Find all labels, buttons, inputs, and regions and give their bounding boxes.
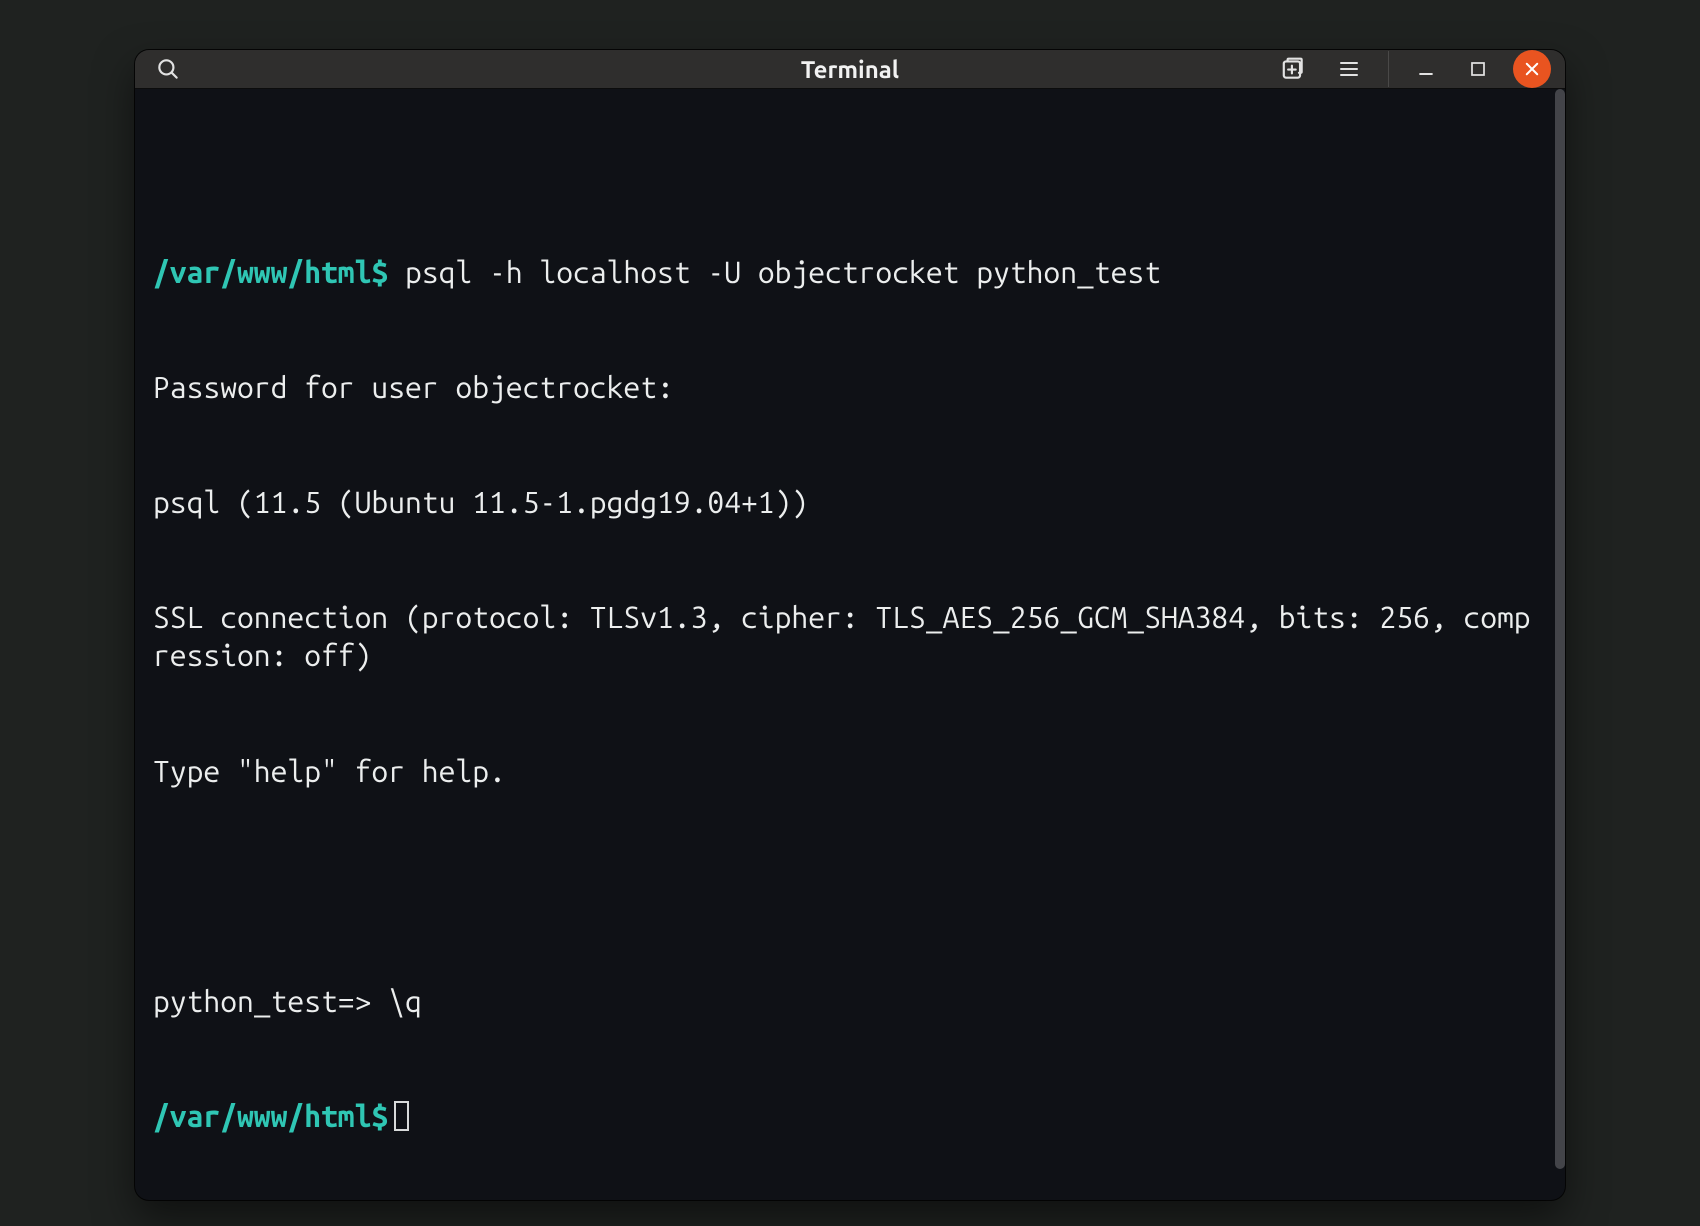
psql-prompt: python_test=> xyxy=(153,984,388,1018)
hamburger-menu-icon[interactable] xyxy=(1330,50,1368,88)
titlebar: Terminal xyxy=(135,50,1565,89)
terminal-line: Type "help" for help. xyxy=(153,752,1547,790)
titlebar-separator xyxy=(1388,51,1389,87)
search-icon[interactable] xyxy=(149,50,187,88)
terminal-window: Terminal xyxy=(135,50,1565,1200)
psql-command: \q xyxy=(388,984,422,1018)
minimize-button[interactable] xyxy=(1409,52,1443,86)
prompt-path: /var/www/html xyxy=(153,1099,371,1133)
window-title: Terminal xyxy=(801,56,899,83)
cursor xyxy=(394,1101,409,1131)
terminal-line: /var/www/html$ psql -h localhost -U obje… xyxy=(153,253,1547,291)
terminal-output[interactable]: /var/www/html$ psql -h localhost -U obje… xyxy=(135,89,1565,1200)
maximize-button[interactable] xyxy=(1461,52,1495,86)
prompt-dollar: $ xyxy=(371,1099,388,1133)
terminal-line: psql (11.5 (Ubuntu 11.5-1.pgdg19.04+1)) xyxy=(153,483,1547,521)
terminal-line: SSL connection (protocol: TLSv1.3, ciphe… xyxy=(153,598,1547,675)
terminal-line: Password for user objectrocket: xyxy=(153,368,1547,406)
scrollbar[interactable] xyxy=(1555,89,1565,1169)
terminal-line: /var/www/html$ xyxy=(153,1097,1547,1135)
prompt-dollar: $ xyxy=(371,255,405,289)
close-button[interactable] xyxy=(1513,50,1551,88)
new-tab-button[interactable] xyxy=(1274,50,1312,88)
prompt-path: /var/www/html xyxy=(153,255,371,289)
terminal-line: python_test=> \q xyxy=(153,982,1547,1020)
shell-prompt: /var/www/html$ xyxy=(153,1099,388,1133)
terminal-line xyxy=(153,867,1547,905)
shell-prompt: /var/www/html$ xyxy=(153,255,405,289)
command-text: psql -h localhost -U objectrocket python… xyxy=(405,255,1161,289)
